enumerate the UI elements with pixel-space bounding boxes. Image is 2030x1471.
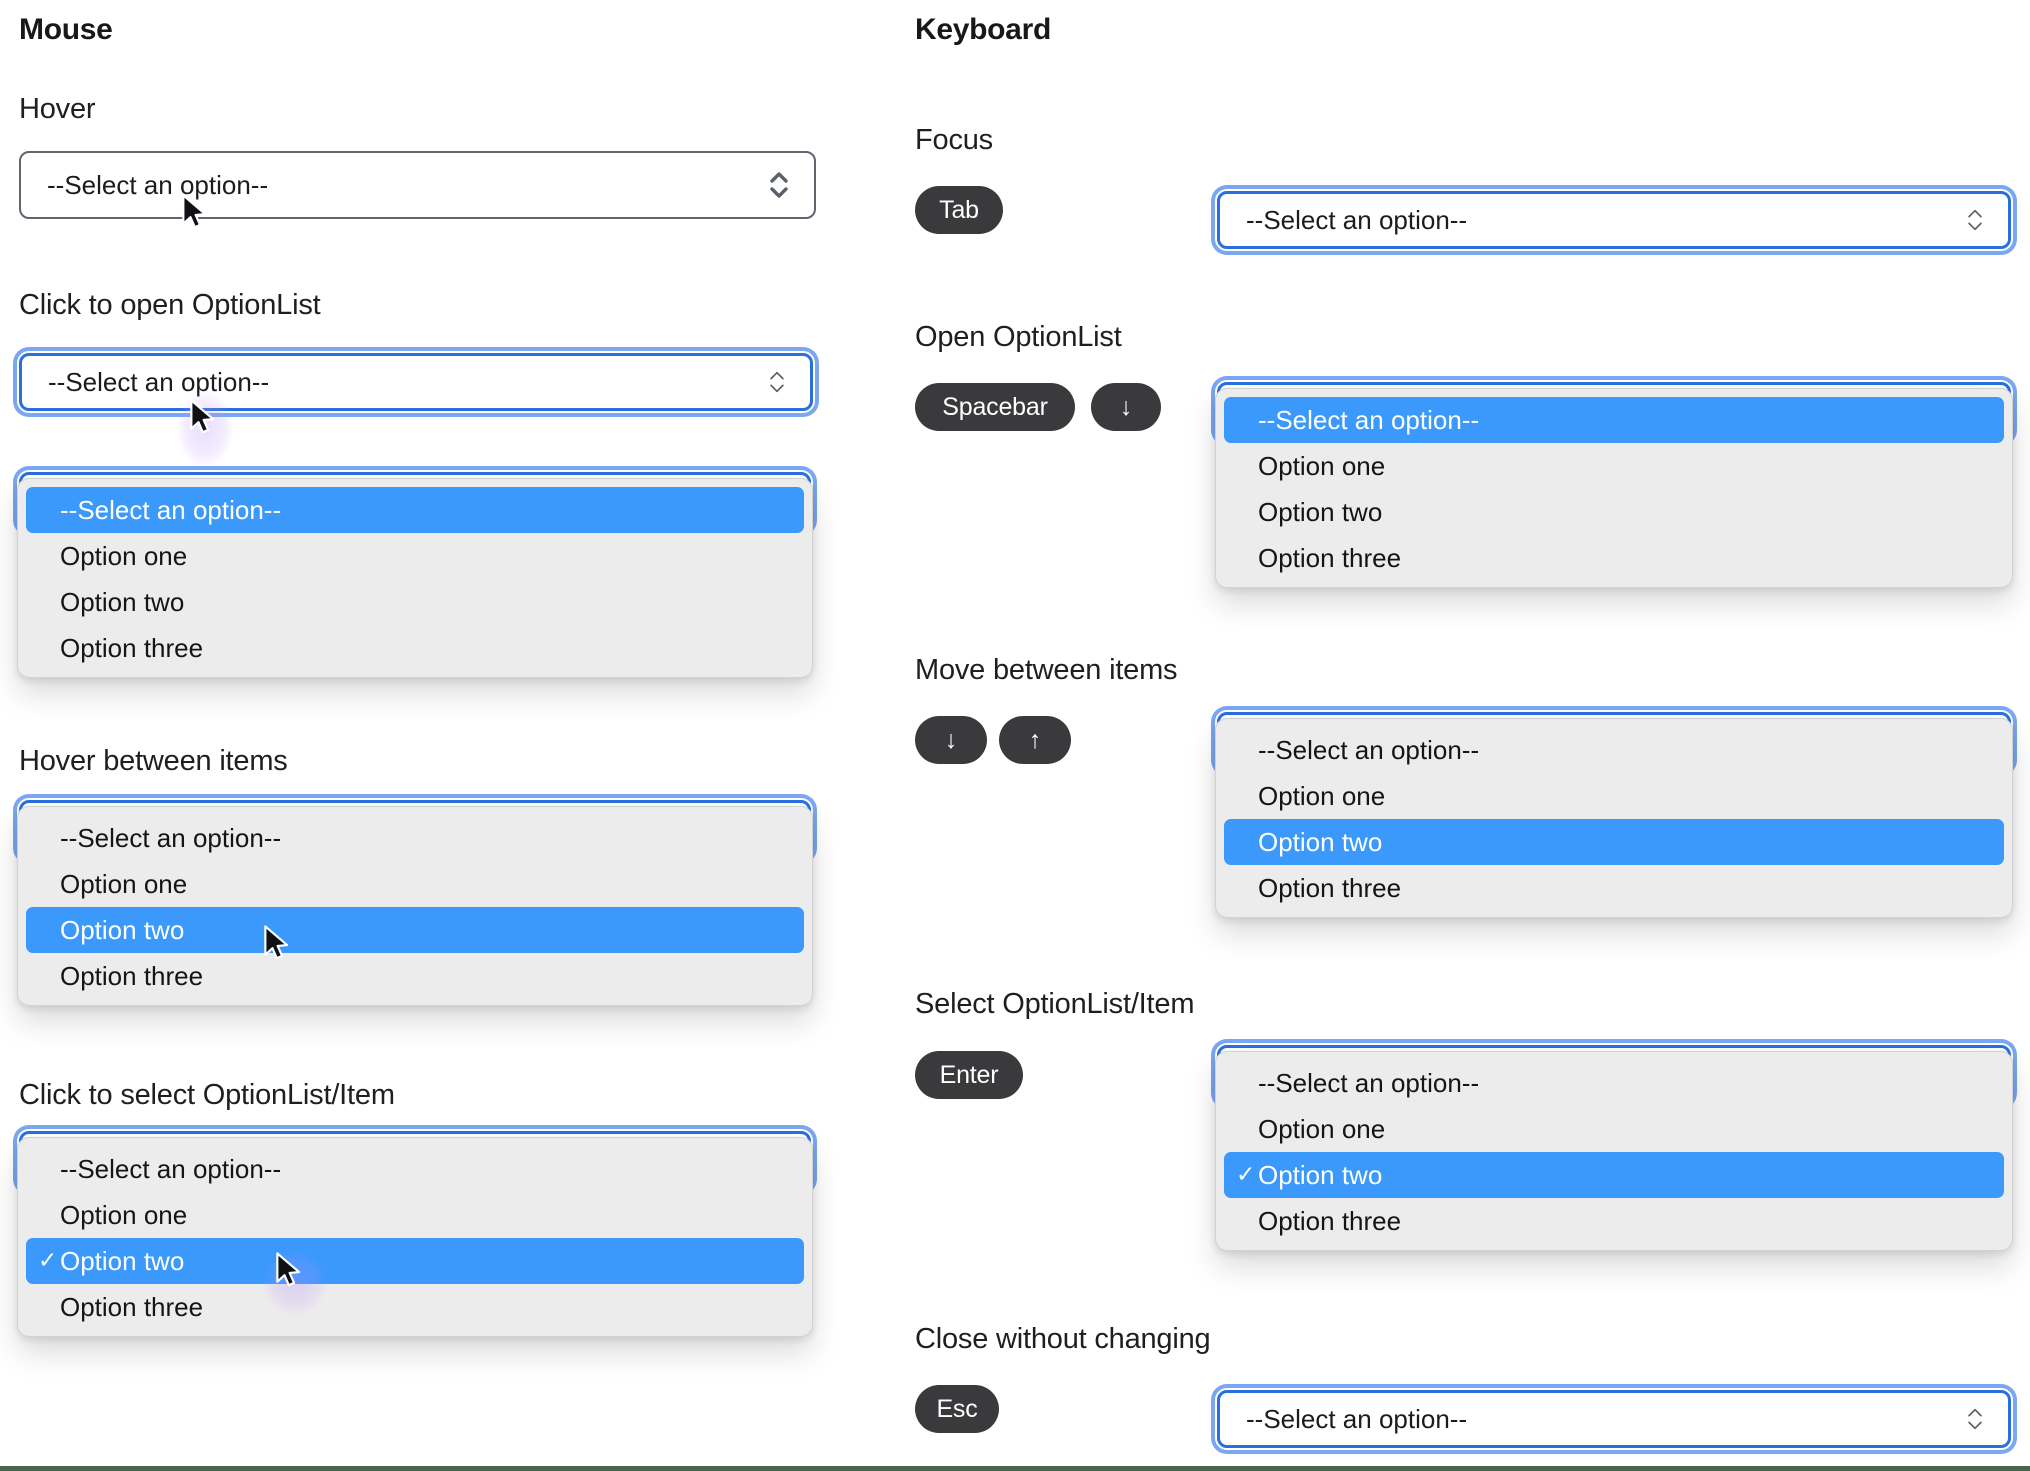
option-item[interactable]: Option one [26, 1192, 804, 1238]
mouse-cursor-icon [276, 1252, 301, 1287]
optionlist-click-open: --Select an option-- Option one Option t… [17, 478, 813, 678]
option-item[interactable]: Option three [26, 953, 804, 999]
option-item[interactable]: Option two [1224, 489, 2004, 535]
select-close[interactable]: --Select an option-- [1217, 1390, 2011, 1448]
section-label-hover-items: Hover between items [19, 745, 288, 777]
option-item[interactable]: --Select an option-- [26, 487, 804, 533]
option-item[interactable]: --Select an option-- [26, 1146, 804, 1192]
option-item[interactable]: --Select an option-- [26, 815, 804, 861]
option-item[interactable]: Option three [1224, 1198, 2004, 1244]
optionlist-interaction-demo: Mouse Hover --Select an option-- Click t… [0, 0, 2030, 1471]
select-click-open-closed[interactable]: --Select an option-- [19, 353, 813, 411]
key-badge-esc: Esc [915, 1385, 999, 1433]
option-item[interactable]: Option one [26, 861, 804, 907]
option-item[interactable]: Option two [1224, 819, 2004, 865]
section-label-move: Move between items [915, 654, 1178, 686]
select-value: --Select an option-- [1246, 204, 1468, 235]
section-label-focus: Focus [915, 124, 993, 156]
optionlist-open: --Select an option-- Option one Option t… [1215, 388, 2013, 588]
option-item[interactable]: Option three [26, 625, 804, 671]
optionlist-click-select: --Select an option-- Option one ✓ Option… [17, 1137, 813, 1337]
option-item[interactable]: --Select an option-- [1224, 1060, 2004, 1106]
option-item-selected[interactable]: ✓ Option two [26, 1238, 804, 1284]
section-label-hover: Hover [19, 93, 96, 125]
option-item[interactable]: Option one [1224, 773, 2004, 819]
select-value: --Select an option-- [1246, 1403, 1468, 1434]
option-item-selected[interactable]: ✓ Option two [1224, 1152, 2004, 1198]
chevron-updown-icon [1968, 209, 1982, 231]
option-item[interactable]: --Select an option-- [1224, 397, 2004, 443]
option-item[interactable]: Option one [1224, 443, 2004, 489]
section-label-select-item: Select OptionList/Item [915, 988, 1195, 1020]
option-item[interactable]: Option two [26, 579, 804, 625]
select-focus[interactable]: --Select an option-- [1217, 191, 2011, 249]
section-label-close: Close without changing [915, 1323, 1211, 1355]
option-item[interactable]: Option three [1224, 535, 2004, 581]
chevron-updown-icon [1968, 1408, 1982, 1430]
option-item[interactable]: Option one [26, 533, 804, 579]
section-label-click-select: Click to select OptionList/Item [19, 1079, 395, 1111]
option-item[interactable]: Option three [26, 1284, 804, 1330]
optionlist-move: --Select an option-- Option one Option t… [1215, 718, 2013, 918]
key-badge-spacebar: Spacebar [915, 383, 1075, 431]
section-label-click-open: Click to open OptionList [19, 289, 321, 321]
key-badge-enter: Enter [915, 1051, 1023, 1099]
key-badge-arrow-down: ↓ [1091, 383, 1161, 431]
check-icon: ✓ [38, 1246, 58, 1273]
select-value: --Select an option-- [48, 366, 270, 397]
mouse-cursor-icon [190, 399, 215, 434]
select-value: --Select an option-- [47, 169, 269, 200]
keyboard-column-title: Keyboard [915, 13, 1051, 46]
mouse-column-title: Mouse [19, 13, 113, 46]
section-divider [0, 1466, 2030, 1471]
key-badge-arrow-down: ↓ [915, 716, 987, 764]
section-label-open-optionlist: Open OptionList [915, 321, 1122, 353]
option-item[interactable]: Option two [26, 907, 804, 953]
mouse-cursor-icon [182, 194, 207, 229]
mouse-cursor-icon [264, 925, 289, 960]
chevron-updown-icon [770, 172, 788, 198]
optionlist-hover-items: --Select an option-- Option one Option t… [17, 806, 813, 1006]
option-item[interactable]: --Select an option-- [1224, 727, 2004, 773]
key-badge-arrow-up: ↑ [999, 716, 1071, 764]
key-badge-tab: Tab [915, 186, 1003, 234]
optionlist-select: --Select an option-- Option one ✓ Option… [1215, 1051, 2013, 1251]
check-icon: ✓ [1236, 1160, 1256, 1187]
select-hover[interactable]: --Select an option-- [19, 151, 816, 219]
chevron-updown-icon [770, 371, 784, 393]
option-item[interactable]: Option three [1224, 865, 2004, 911]
option-item[interactable]: Option one [1224, 1106, 2004, 1152]
